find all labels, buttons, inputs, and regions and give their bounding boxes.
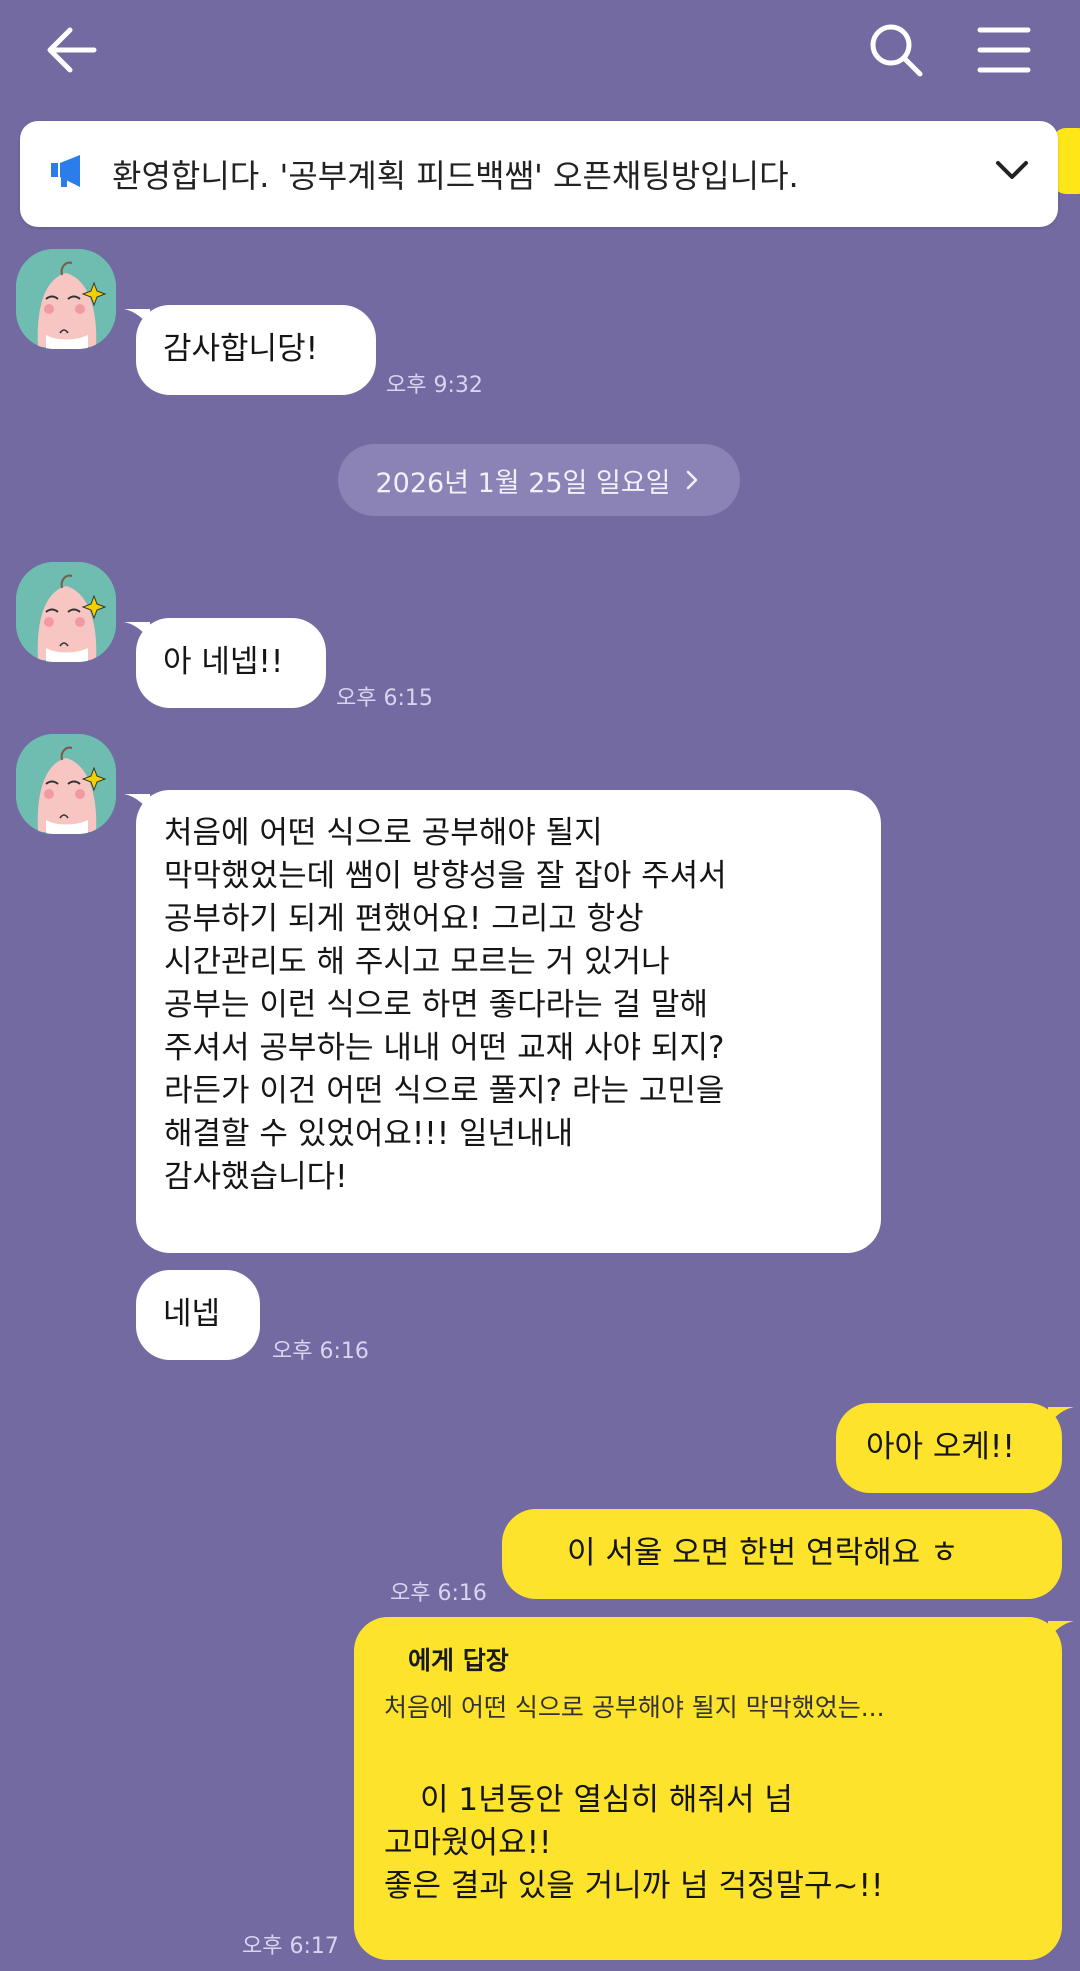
message-time: 오후 6:16	[272, 1339, 369, 1364]
message-text: 네넵	[163, 1296, 221, 1332]
message-line: 좋은 결과 있을 거니까 넘 걱정말구~!!	[384, 1868, 884, 1904]
message-text: 아 네넵!!	[163, 644, 284, 680]
message-time: 오후 6:17	[242, 1934, 339, 1959]
message-line: 공부는 이런 식으로 하면 좋다라는 걸 말해	[164, 987, 708, 1023]
date-label: 2026년 1월 25일 일요일	[375, 467, 671, 499]
avatar[interactable]	[16, 249, 116, 349]
message-time: 오후 6:16	[390, 1581, 487, 1606]
search-icon[interactable]	[864, 18, 928, 82]
message-text: 감사합니당!	[163, 331, 319, 367]
message-line: 처음에 어떤 식으로 공부해야 될지	[164, 815, 603, 851]
my-message-bubble[interactable]: 이 서울 오면 한번 연락해요 ㅎ	[502, 1509, 1062, 1599]
notice-banner[interactable]: 환영합니다. '공부계획 피드백쌤' 오픈채팅방입니다.	[20, 121, 1058, 227]
message-line: 해결할 수 있었어요!!! 일년내내	[164, 1116, 574, 1152]
message-bubble[interactable]: 아 네넵!!	[124, 618, 326, 708]
message-line: 라든가 이건 어떤 식으로 풀지? 라는 고민을	[164, 1073, 725, 1109]
message-line: 공부하기 되게 편했어요! 그리고 항상	[164, 901, 644, 937]
message-bubble[interactable]: 네넵	[136, 1270, 260, 1360]
message-text: 아아 오케!!	[866, 1429, 1015, 1465]
message-text: 이 서울 오면 한번 연락해요 ㅎ	[567, 1535, 959, 1571]
notice-text: 환영합니다. '공부계획 피드백쌤' 오픈채팅방입니다.	[112, 157, 799, 195]
reply-target: 에게 답장	[408, 1646, 509, 1675]
message-line: 시간관리도 해 주시고 모르는 거 있거나	[164, 944, 670, 980]
chevron-right-icon	[686, 470, 697, 490]
message-bubble[interactable]: 감사합니당!	[124, 305, 376, 395]
my-reply-bubble[interactable]: 에게 답장 처음에 어떤 식으로 공부해야 될지 막막했었는... 이 1년동안…	[354, 1617, 1074, 1960]
my-message-bubble[interactable]: 아아 오케!!	[836, 1403, 1074, 1493]
avatar[interactable]	[16, 734, 116, 834]
avatar[interactable]	[16, 562, 116, 662]
chevron-down-icon[interactable]	[990, 149, 1034, 193]
date-divider[interactable]: 2026년 1월 25일 일요일	[338, 444, 740, 516]
hamburger-menu-icon[interactable]	[976, 22, 1032, 78]
message-line: 주셔서 공부하는 내내 어떤 교재 사야 되지?	[164, 1030, 725, 1066]
megaphone-icon	[48, 151, 88, 191]
message-bubble[interactable]: 처음에 어떤 식으로 공부해야 될지 막막했었는데 쌤이 방향성을 잘 잡아 주…	[124, 790, 881, 1253]
message-line: 이 1년동안 열심히 해줘서 넘	[420, 1782, 793, 1818]
message-line: 고마웠어요!!	[384, 1825, 552, 1861]
message-line: 감사했습니다!	[164, 1159, 348, 1195]
back-arrow-icon[interactable]	[42, 22, 102, 78]
message-time: 오후 6:15	[336, 686, 433, 711]
message-line: 막막했었는데 쌤이 방향성을 잘 잡아 주셔서	[164, 858, 727, 894]
chat-header	[0, 0, 1080, 110]
message-time: 오후 9:32	[386, 373, 483, 398]
reply-quote[interactable]: 처음에 어떤 식으로 공부해야 될지 막막했었는...	[384, 1686, 1032, 1729]
